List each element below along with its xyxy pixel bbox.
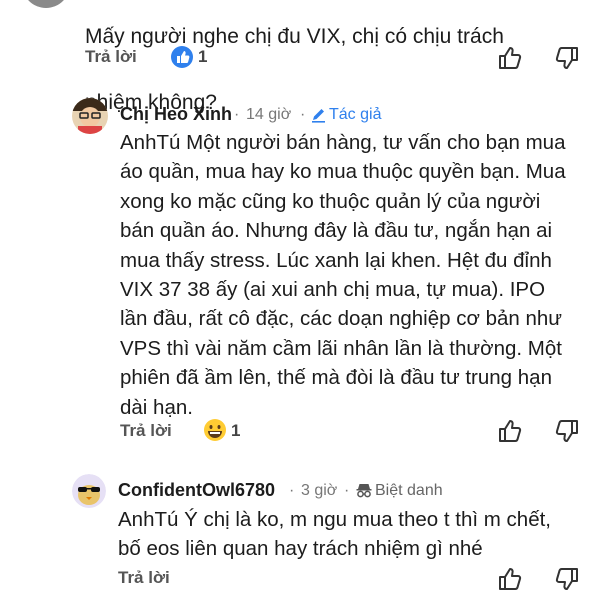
- comment-line: AnhTú Ý chị là ko, m ngu mua theo t thì …: [118, 508, 551, 531]
- reaction-count: 1: [198, 47, 208, 66]
- reaction-count: 1: [231, 421, 241, 440]
- comment-line: xong ko mặc cũng ko thuộc quản lý của ng…: [120, 189, 541, 213]
- thumbs-up-icon[interactable]: [497, 418, 523, 444]
- avatar[interactable]: [22, 0, 70, 8]
- thumbs-down-icon[interactable]: [554, 566, 580, 592]
- thumbs-down-icon[interactable]: [554, 418, 580, 444]
- incognito-icon: [355, 481, 373, 504]
- comment-line: AnhTú Một người bán hàng, tư vấn cho bạn…: [120, 131, 566, 154]
- comment-line: phiên đã ầm lên, thế mà đòi là đầu tư tr…: [120, 366, 552, 390]
- separator-dot: ·: [344, 482, 350, 499]
- reply-button[interactable]: Trả lời: [85, 47, 137, 67]
- avatar[interactable]: [72, 474, 106, 508]
- timestamp: 14 giờ: [246, 106, 292, 123]
- separator-dot: ·: [289, 482, 295, 499]
- reply-button[interactable]: Trả lời: [120, 421, 172, 441]
- comment-text: AnhTú Ý chị là ko, m ngu mua theo t thì …: [118, 505, 588, 564]
- author-badge: Tác giả: [329, 106, 382, 123]
- comment-line: lần đầu, rất cô đặc, các doạn nghiệp cơ …: [120, 307, 563, 331]
- separator-dot: ·: [300, 106, 306, 123]
- like-icon[interactable]: [171, 46, 193, 68]
- comment-line: bố eos liên quan hay trách nhiệm gì nhé: [118, 537, 483, 561]
- author-name[interactable]: Chị Heo Xinh: [120, 104, 232, 125]
- thumbs-up-icon[interactable]: [497, 566, 523, 592]
- pencil-icon: [311, 106, 326, 128]
- comment-line: bán quần áo. Nhưng đây là đầu tư, ngắn h…: [120, 219, 553, 243]
- grinning-emoji-icon[interactable]: [203, 418, 227, 442]
- separator-dot: ·: [234, 106, 240, 123]
- thumbs-up-icon[interactable]: [497, 45, 523, 71]
- comment-text: AnhTú Một người bán hàng, tư vấn cho bạn…: [120, 128, 590, 422]
- nickname-badge: Biệt danh: [375, 482, 443, 499]
- reply-button[interactable]: Trả lời: [118, 568, 170, 588]
- avatar[interactable]: [72, 98, 108, 134]
- comment-line: VIX 37 38 ấy (ai xui anh chị mua, tự mua…: [120, 278, 546, 302]
- timestamp: 3 giờ: [301, 482, 338, 499]
- comment-line: VPS thì vài năm cầm lãi nhân lần là thườ…: [120, 336, 562, 360]
- comment-line: mua thấy stress. Lúc xanh lại khen. Hệt …: [120, 248, 552, 272]
- thumbs-down-icon[interactable]: [554, 45, 580, 71]
- author-name[interactable]: ConfidentOwl6780: [118, 480, 275, 501]
- comment-line: áo quần, mua hay ko mua thuộc quyền bạn.…: [120, 160, 566, 184]
